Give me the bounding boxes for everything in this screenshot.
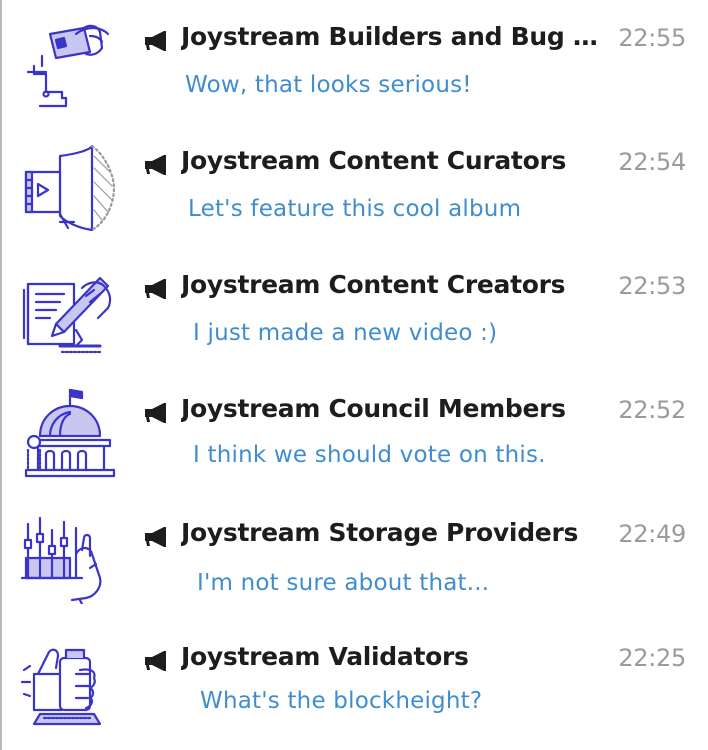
storage-sliders-hand-icon [20, 508, 116, 604]
builders-hand-card-icon [20, 12, 116, 108]
chat-time: 22:49 [618, 520, 686, 548]
chat-title: Joystream Storage Providers [181, 518, 579, 547]
chat-item-validators[interactable]: Joystream Validators 22:25 What's the bl… [0, 620, 708, 744]
chat-title: Joystream Content Creators [181, 270, 566, 299]
megaphone-icon [144, 30, 170, 52]
chat-item-council[interactable]: Joystream Council Members 22:52 I think … [0, 372, 708, 496]
curators-film-shield-icon [20, 136, 116, 232]
chat-title: Joystream Content Curators [181, 146, 567, 175]
megaphone-icon [144, 526, 170, 548]
megaphone-icon [144, 402, 170, 424]
chat-preview: I just made a new video :) [193, 320, 498, 346]
chat-title: Joystream Validators [181, 642, 469, 671]
council-capitol-building-icon [20, 384, 116, 480]
megaphone-icon [144, 278, 170, 300]
chat-item-curators[interactable]: Joystream Content Curators 22:54 Let's f… [0, 124, 708, 248]
chat-title: Joystream Builders and Bug Rep... [181, 22, 606, 51]
chat-item-creators[interactable]: Joystream Content Creators 22:53 I just … [0, 248, 708, 372]
megaphone-icon [144, 154, 170, 176]
chat-time: 22:52 [618, 396, 686, 424]
chat-time: 22:54 [618, 148, 686, 176]
chat-title: Joystream Council Members [181, 394, 566, 423]
validators-thumbs-up-icon [20, 632, 116, 728]
chat-preview: I think we should vote on this. [193, 442, 546, 468]
megaphone-icon [144, 650, 170, 672]
chat-time: 22:55 [618, 24, 686, 52]
chat-time: 22:25 [618, 644, 686, 672]
creators-hand-pen-icon [20, 260, 116, 356]
chat-item-storage[interactable]: Joystream Storage Providers 22:49 I'm no… [0, 496, 708, 620]
chat-preview: What's the blockheight? [200, 688, 483, 714]
chat-list: Joystream Builders and Bug Rep... 22:55 … [0, 0, 708, 750]
chat-preview: Let's feature this cool album [188, 196, 522, 222]
chat-time: 22:53 [618, 272, 686, 300]
chat-preview: Wow, that looks serious! [185, 72, 472, 98]
chat-item-builders[interactable]: Joystream Builders and Bug Rep... 22:55 … [0, 0, 708, 124]
chat-preview: I'm not sure about that... [197, 570, 490, 596]
